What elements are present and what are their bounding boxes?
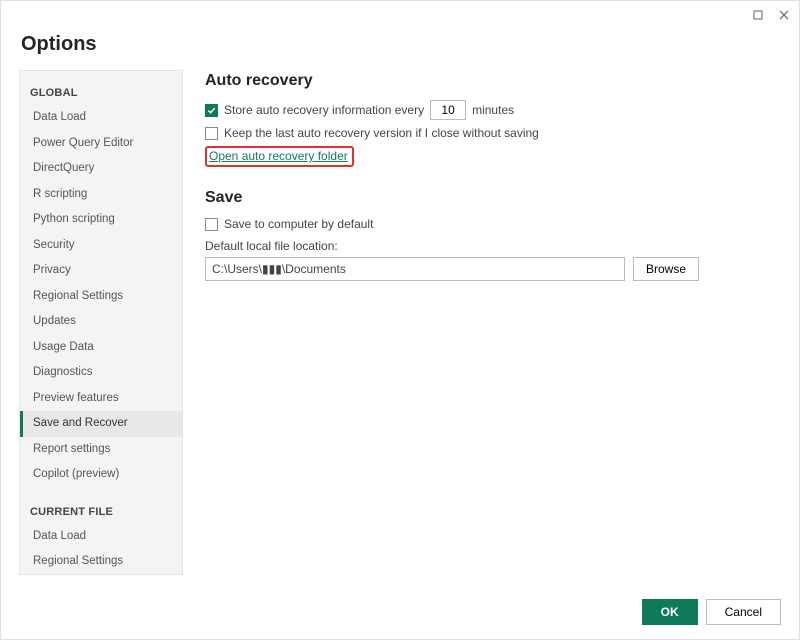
default-location-label: Default local file location: [205,239,781,253]
auto-recovery-minutes-input[interactable] [430,100,466,120]
dialog-title: Options [21,33,779,56]
titlebar [1,1,799,29]
save-default-label: Save to computer by default [224,217,373,231]
cancel-button[interactable]: Cancel [706,599,781,625]
save-default-checkbox[interactable] [205,218,218,231]
sidebar-item-updates[interactable]: Updates [20,309,182,335]
sidebar-item-directquery[interactable]: DirectQuery [20,156,182,182]
sidebar-item-copilot-preview[interactable]: Copilot (preview) [20,462,182,488]
auto-recovery-title: Auto recovery [205,72,781,90]
keep-last-version-row: Keep the last auto recovery version if I… [205,126,781,140]
sidebar-item-report-settings[interactable]: Report settings [20,437,182,463]
sidebar-section-global: GLOBAL [20,81,182,105]
sidebar: GLOBAL Data Load Power Query Editor Dire… [19,70,183,575]
sidebar-item-regional-settings[interactable]: Regional Settings [20,284,182,310]
maximize-icon[interactable] [751,8,765,22]
default-location-row: Browse [205,257,781,281]
store-auto-recovery-label-suffix: minutes [472,103,514,117]
sidebar-item-cf-data-load[interactable]: Data Load [20,524,182,550]
open-recovery-folder-row: Open auto recovery folder [205,146,781,167]
open-recovery-folder-highlight: Open auto recovery folder [205,146,354,167]
sidebar-section-current-file: CURRENT FILE [20,500,182,524]
ok-button[interactable]: OK [642,599,698,625]
dialog-header: Options [1,29,799,70]
sidebar-item-preview-features[interactable]: Preview features [20,386,182,412]
sidebar-item-power-query-editor[interactable]: Power Query Editor [20,131,182,157]
sidebar-item-save-and-recover[interactable]: Save and Recover [20,411,182,437]
sidebar-item-diagnostics[interactable]: Diagnostics [20,360,182,386]
options-dialog: Options GLOBAL Data Load Power Query Edi… [0,0,800,640]
open-recovery-folder-link[interactable]: Open auto recovery folder [209,149,348,163]
save-title: Save [205,189,781,207]
sidebar-item-cf-regional-settings[interactable]: Regional Settings [20,549,182,575]
sidebar-item-security[interactable]: Security [20,233,182,259]
browse-button[interactable]: Browse [633,257,699,281]
sidebar-item-privacy[interactable]: Privacy [20,258,182,284]
sidebar-item-data-load[interactable]: Data Load [20,105,182,131]
sidebar-item-python-scripting[interactable]: Python scripting [20,207,182,233]
content-panel: Auto recovery Store auto recovery inform… [205,70,781,575]
sidebar-item-r-scripting[interactable]: R scripting [20,182,182,208]
close-icon[interactable] [777,8,791,22]
store-auto-recovery-label-prefix: Store auto recovery information every [224,103,424,117]
dialog-footer: OK Cancel [1,589,799,639]
save-default-row: Save to computer by default [205,217,781,231]
store-auto-recovery-row: Store auto recovery information every mi… [205,100,781,120]
default-location-input[interactable] [205,257,625,281]
store-auto-recovery-checkbox[interactable] [205,104,218,117]
sidebar-item-usage-data[interactable]: Usage Data [20,335,182,361]
keep-last-version-checkbox[interactable] [205,127,218,140]
keep-last-version-label: Keep the last auto recovery version if I… [224,126,539,140]
